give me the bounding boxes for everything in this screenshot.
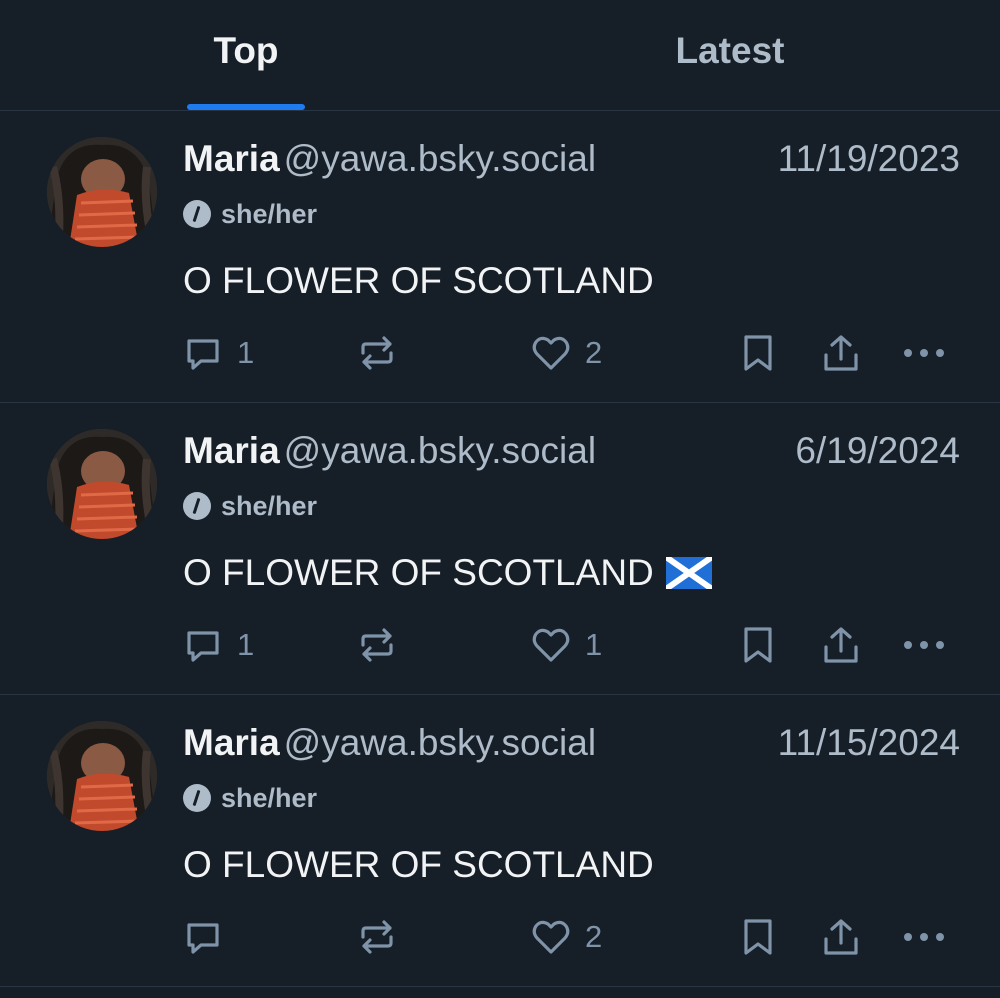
post-actions: 1 2 — [0, 333, 1000, 373]
active-tab-indicator — [187, 104, 305, 110]
bookmark-button[interactable] — [740, 333, 776, 373]
author-handle[interactable]: @yawa.bsky.social — [284, 722, 596, 763]
post-text: O FLOWER OF SCOTLAND — [183, 841, 654, 889]
pronouns-label: she/her — [221, 782, 318, 813]
post-actions: 1 1 — [0, 625, 1000, 665]
post-date[interactable]: 6/19/2024 — [795, 427, 960, 475]
post-text-content: O FLOWER OF SCOTLAND — [183, 552, 654, 593]
repost-icon — [361, 336, 393, 370]
heart-icon — [532, 628, 570, 662]
author-avatar[interactable] — [47, 721, 157, 831]
reply-count: 1 — [237, 335, 255, 370]
post[interactable]: Maria @yawa.bsky.social 6/19/2024 she/her… — [0, 403, 1000, 695]
share-icon — [824, 919, 858, 955]
pronouns-icon — [183, 784, 211, 812]
more-options-button[interactable] — [902, 917, 946, 957]
reply-icon — [187, 631, 219, 662]
bookmark-button[interactable] — [740, 917, 776, 957]
reply-button[interactable]: 1 — [183, 625, 254, 665]
like-count: 1 — [585, 627, 603, 662]
author-name[interactable]: Maria — [183, 430, 280, 471]
like-button[interactable]: 2 — [531, 917, 602, 957]
scotland-flag-icon — [665, 557, 712, 589]
repost-button[interactable] — [357, 333, 397, 373]
author-name[interactable]: Maria — [183, 138, 280, 179]
repost-icon — [361, 920, 393, 954]
like-count: 2 — [585, 919, 603, 954]
author-avatar[interactable] — [47, 429, 157, 539]
post-date[interactable]: 11/19/2023 — [778, 135, 960, 183]
author-avatar[interactable] — [47, 137, 157, 247]
author-handle[interactable]: @yawa.bsky.social — [284, 430, 596, 471]
author-line: Maria @yawa.bsky.social — [183, 719, 596, 767]
post-text: O FLOWER OF SCOTLAND — [183, 549, 712, 597]
more-options-button[interactable] — [902, 333, 946, 373]
repost-button[interactable] — [357, 625, 397, 665]
pronouns-badge: she/her — [183, 197, 317, 231]
repost-icon — [361, 628, 393, 662]
share-icon — [824, 627, 858, 663]
ellipsis-icon — [904, 641, 944, 649]
pronouns-icon — [183, 492, 211, 520]
author-line: Maria @yawa.bsky.social — [183, 135, 596, 183]
pronouns-badge: she/her — [183, 489, 317, 523]
pronouns-label: she/her — [221, 490, 318, 521]
share-icon — [824, 335, 858, 371]
post-text-content: O FLOWER OF SCOTLAND — [183, 260, 654, 301]
reply-icon — [187, 923, 219, 954]
author-name[interactable]: Maria — [183, 722, 280, 763]
author-handle[interactable]: @yawa.bsky.social — [284, 138, 596, 179]
heart-icon — [532, 336, 570, 370]
share-button[interactable] — [821, 333, 861, 373]
author-line: Maria @yawa.bsky.social — [183, 427, 596, 475]
post[interactable]: Maria @yawa.bsky.social 11/19/2023 she/he… — [0, 111, 1000, 403]
bookmark-icon — [744, 627, 772, 663]
reply-button[interactable]: 1 — [183, 333, 254, 373]
pronouns-badge: she/her — [183, 781, 317, 815]
reply-button[interactable] — [183, 917, 237, 957]
heart-icon — [532, 920, 570, 954]
feed-tabs: Top Latest — [0, 0, 1000, 111]
tab-latest[interactable]: Latest — [672, 28, 788, 74]
share-button[interactable] — [821, 625, 861, 665]
ellipsis-icon — [904, 349, 944, 357]
like-button[interactable]: 1 — [531, 625, 602, 665]
repost-button[interactable] — [357, 917, 397, 957]
bookmark-icon — [744, 919, 772, 955]
ellipsis-icon — [904, 933, 944, 941]
post-text-content: O FLOWER OF SCOTLAND — [183, 844, 654, 885]
like-button[interactable]: 2 — [531, 333, 602, 373]
bookmark-icon — [744, 335, 772, 371]
post-date[interactable]: 11/15/2024 — [778, 719, 960, 767]
more-options-button[interactable] — [902, 625, 946, 665]
post-text: O FLOWER OF SCOTLAND — [183, 257, 654, 305]
post[interactable]: Maria @yawa.bsky.social 11/15/2024 she/he… — [0, 695, 1000, 987]
pronouns-label: she/her — [221, 198, 318, 229]
reply-count: 1 — [237, 627, 255, 662]
like-count: 2 — [585, 335, 603, 370]
pronouns-icon — [183, 200, 211, 228]
share-button[interactable] — [821, 917, 861, 957]
post-actions: 2 — [0, 917, 1000, 957]
tab-top[interactable]: Top — [187, 28, 305, 74]
bookmark-button[interactable] — [740, 625, 776, 665]
reply-icon — [187, 339, 219, 370]
